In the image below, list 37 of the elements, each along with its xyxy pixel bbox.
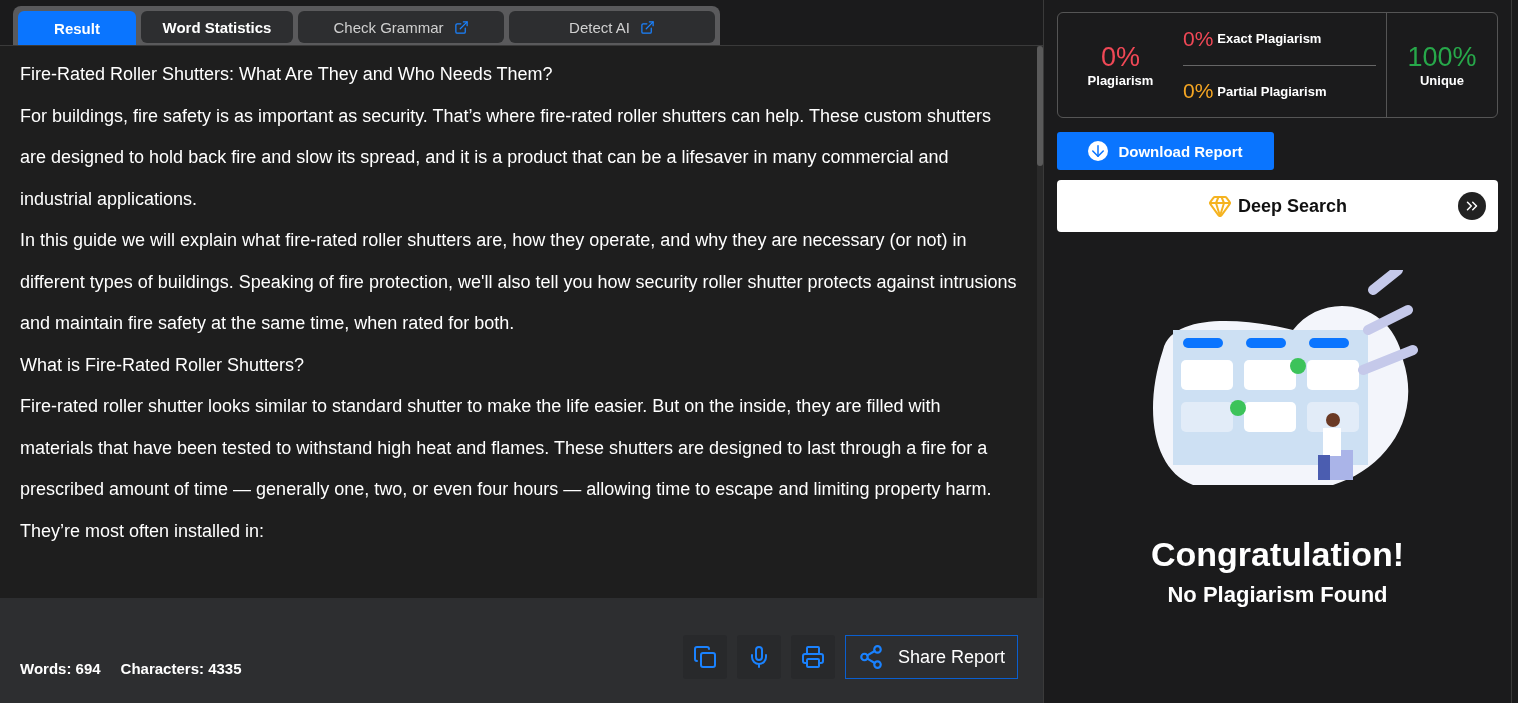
text-paragraph: What is Fire-Rated Roller Shutters? [20,353,306,377]
character-count: Characters: 4335 [120,660,242,677]
microphone-button[interactable] [736,635,781,679]
copy-icon [692,645,717,669]
unique-percent: 100% [1407,42,1477,73]
exact-label: Exact Plagiarism [1217,31,1322,47]
deep-search-button[interactable]: Deep Search [1057,180,1498,232]
external-link-icon [453,19,469,35]
external-link-icon [639,19,655,35]
download-report-button[interactable]: Download Report [1057,132,1274,170]
diamond-icon [1207,194,1232,218]
tab[interactable]: Detect AI [509,11,715,43]
tab[interactable]: Result [18,11,136,45]
print-button[interactable] [790,635,835,679]
text-paragraph: In this guide we will explain what fire-rated roller shutters are, how they operate, and why they are necessary (or not) in different types of buildings. Speaking of fire protection, we'll also tell you how security roller shutter protects against intrusions and maintain fire safety at the same time, when rated for both. [20,229,1017,335]
copy-button[interactable] [682,635,727,679]
congratulation-title: Congratulation! [1149,535,1406,574]
scrollbar[interactable] [1037,46,1043,598]
double-chevron-icon [1458,192,1486,220]
share-report-button[interactable]: Share Report [844,635,1018,679]
word-count: Words: 694 [20,660,101,677]
partial-percent: 0% [1183,79,1214,104]
plagiarism-label: Plagiarism [1087,73,1154,88]
result-subtitle: No Plagiarism Found [1166,582,1389,608]
unique-label: Unique [1419,73,1465,88]
text-paragraph: Fire-Rated Roller Shutters: What Are They and Who Needs Them? [20,63,554,86]
printer-icon [800,645,825,669]
tab[interactable]: Check Grammar [298,11,504,43]
text-paragraph: They’re most often installed in: [20,519,266,543]
plagiarism-percent: 0% [1101,42,1140,73]
share-icon [857,644,884,670]
download-icon [1088,141,1109,161]
text-paragraph: For buildings, fire safety is as important as security. That’s where fire-rated roller shutters can help. These custom shutters are designed to hold back fire and slow its spread, and it is a product that can be a lifesaver in many commercial and industrial applications. [20,104,993,211]
tab[interactable]: Word Statistics [141,11,293,43]
exact-percent: 0% [1183,26,1214,51]
text-paragraph: Fire-rated roller shutter looks similar to standard shutter to make the life easier. But on the inside, they are filled with materials that have been tested to withstand high heat and flames. These shutters are designed to last through a fire for a prescribed amount of time — generally one, two, or even four hours — allowing time to escape and limiting property harm. [20,395,993,501]
partial-label: Partial Plagiarism [1217,83,1327,99]
